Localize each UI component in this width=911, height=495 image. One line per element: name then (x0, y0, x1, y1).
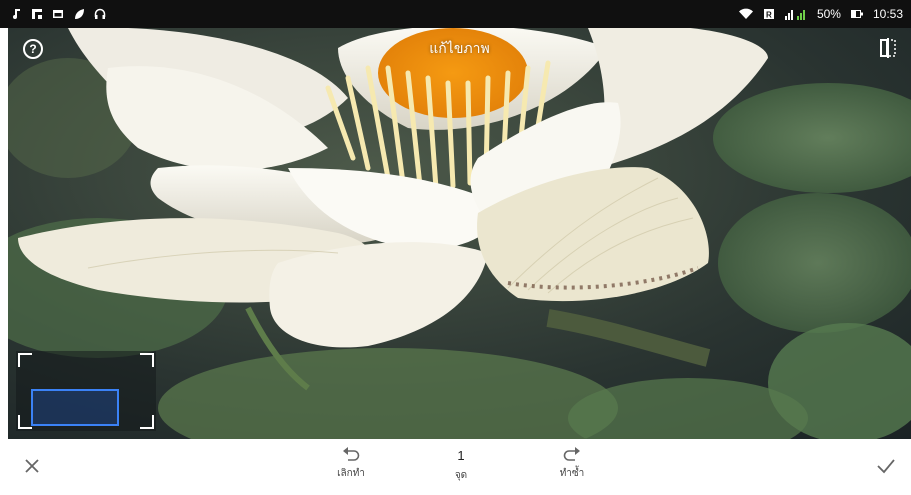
close-icon[interactable] (22, 456, 42, 476)
svg-text:R: R (766, 11, 772, 20)
status-bar-left (10, 8, 106, 20)
headphones-icon (94, 8, 106, 19)
point-counter: 1 จุด (431, 447, 491, 483)
bottom-toolbar: เลิกทำ 1 จุด ทำซ้ำ (0, 439, 911, 495)
minimap-corner (18, 353, 32, 367)
minimap-corner (140, 353, 154, 367)
navigator-minimap[interactable] (16, 351, 156, 431)
redo-button[interactable]: ทำซ้ำ (542, 447, 602, 481)
editor-title: แก้ไขภาพ (429, 41, 490, 57)
clock: 10:53 (872, 7, 903, 21)
help-icon[interactable]: ? (23, 39, 43, 59)
minimap-viewport[interactable] (31, 389, 119, 426)
point-count-value: 1 (457, 448, 465, 463)
undo-label: เลิกทำ (337, 468, 365, 479)
redo-label: ทำซ้ำ (559, 468, 585, 479)
check-icon[interactable] (875, 455, 897, 477)
undo-icon (343, 447, 360, 461)
photo-canvas[interactable]: แก้ไขภาพ ? (8, 28, 911, 439)
flipboard-icon (32, 9, 42, 19)
battery-percent: 50% (816, 7, 841, 21)
signal-icon (784, 10, 805, 20)
gallery-icon (53, 10, 63, 18)
redo-icon (563, 447, 580, 461)
undo-button[interactable]: เลิกทำ (321, 447, 381, 481)
leaf-icon (75, 9, 84, 19)
music-note-icon (13, 9, 20, 19)
point-count-label: จุด (454, 470, 468, 481)
data-icon: R (763, 9, 774, 20)
status-bar: R 50% 10:53 (0, 0, 911, 28)
battery-icon (850, 10, 863, 18)
minimap-corner (18, 415, 32, 429)
minimap-corner (140, 415, 154, 429)
wifi-icon (738, 8, 753, 19)
status-bar-right: R 50% 10:53 (738, 7, 903, 21)
compare-icon[interactable] (879, 38, 897, 58)
